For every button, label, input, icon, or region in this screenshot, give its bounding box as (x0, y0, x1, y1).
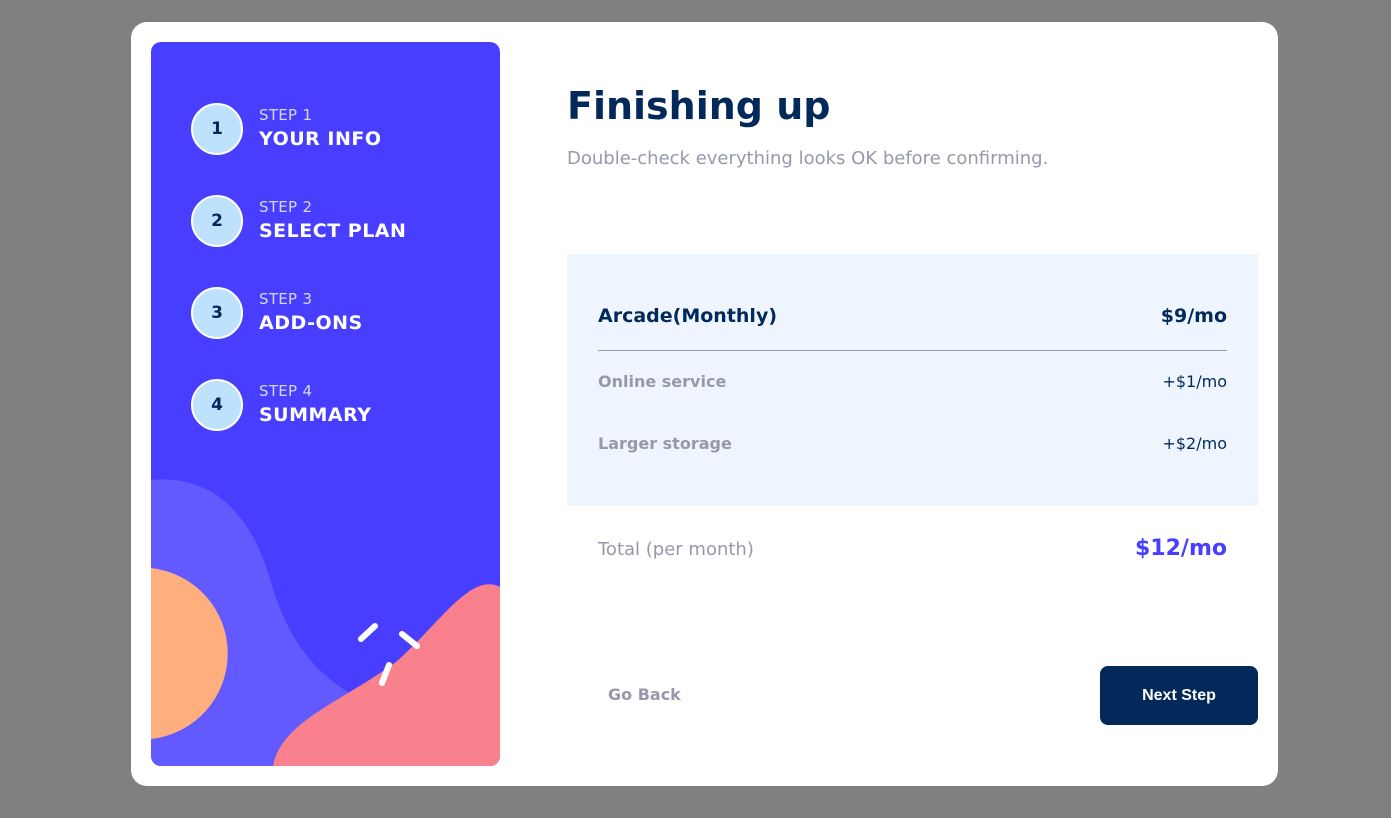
step-number: 1 (191, 103, 243, 155)
page-title: Finishing up (567, 84, 831, 128)
total-price: $12/mo (1135, 536, 1227, 561)
step-title: SELECT PLAN (259, 220, 407, 242)
step-4[interactable]: 4 STEP 4 SUMMARY (191, 379, 491, 431)
step-label: STEP 1 (259, 106, 313, 124)
addon-name: Larger storage (598, 434, 732, 453)
step-3[interactable]: 3 STEP 3 ADD-ONS (191, 287, 491, 339)
page-subtitle: Double-check everything looks OK before … (567, 148, 1049, 169)
go-back-button[interactable]: Go Back (608, 685, 681, 704)
form-card: 1 STEP 1 YOUR INFO 2 STEP 2 SELECT PLAN … (131, 22, 1278, 786)
step-1[interactable]: 1 STEP 1 YOUR INFO (191, 103, 491, 155)
total-label: Total (per month) (598, 539, 754, 560)
step-title: ADD-ONS (259, 312, 363, 334)
plan-price: $9/mo (1160, 305, 1227, 327)
addon-name: Online service (598, 372, 727, 391)
summary-divider (598, 350, 1227, 351)
next-step-button[interactable]: Next Step (1100, 666, 1258, 725)
step-label: STEP 4 (259, 382, 313, 400)
addon-price: +$2/mo (1162, 434, 1227, 453)
step-number: 3 (191, 287, 243, 339)
step-label: STEP 2 (259, 198, 313, 216)
plan-name: Arcade(Monthly) (598, 305, 778, 327)
step-number: 4 (191, 379, 243, 431)
step-title: SUMMARY (259, 404, 372, 426)
step-2[interactable]: 2 STEP 2 SELECT PLAN (191, 195, 491, 247)
step-label: STEP 3 (259, 290, 313, 308)
step-title: YOUR INFO (259, 128, 382, 150)
step-number: 2 (191, 195, 243, 247)
summary-box: Arcade(Monthly) $9/mo Online service +$1… (567, 254, 1258, 506)
addon-price: +$1/mo (1162, 372, 1227, 391)
sidebar: 1 STEP 1 YOUR INFO 2 STEP 2 SELECT PLAN … (151, 42, 500, 766)
